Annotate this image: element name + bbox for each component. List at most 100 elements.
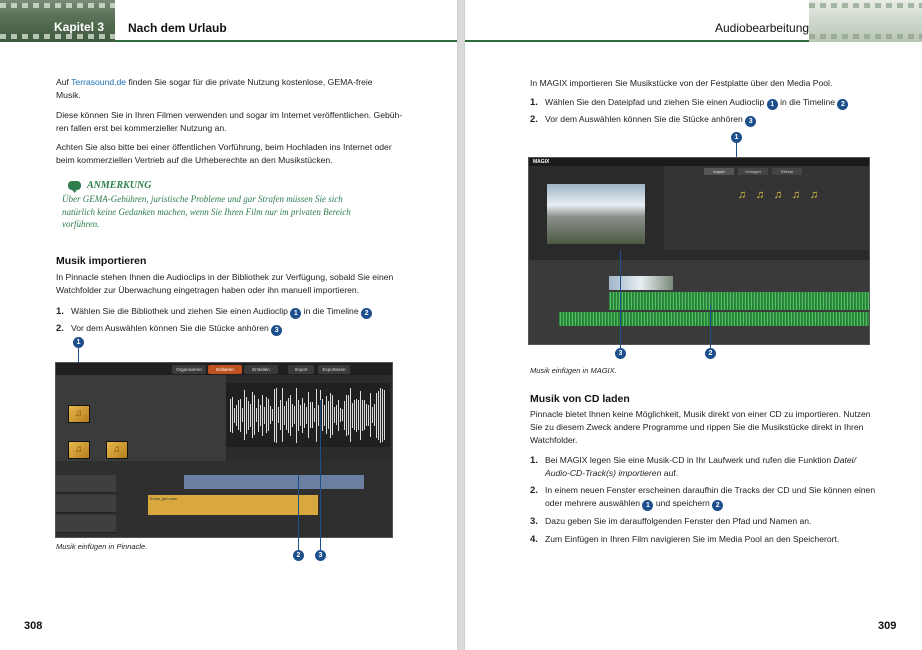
chapter-title: Nach dem Urlaub — [128, 21, 227, 35]
waveform-bar — [322, 399, 323, 431]
waveform-bar — [364, 400, 365, 430]
waveform-bar — [380, 387, 381, 443]
tab-import[interactable]: Import — [704, 168, 734, 175]
video-clip-timeline[interactable] — [184, 475, 364, 489]
step-text: Wählen Sie die Bibliothek und ziehen Sie… — [71, 306, 291, 316]
film-strip-decoration — [809, 0, 922, 42]
waveform-bar — [318, 404, 319, 426]
step-text: auf. — [661, 468, 679, 478]
music-file-icon[interactable]: ♫ — [772, 188, 784, 202]
waveform-bar — [298, 399, 299, 431]
audio-clip-thumb[interactable] — [106, 441, 128, 459]
callout-badge: 3 — [745, 116, 757, 127]
waveform-bar — [374, 404, 375, 426]
audio-clip-thumb[interactable] — [68, 405, 90, 423]
waveform-bar — [244, 390, 245, 440]
tab-effekte[interactable]: Effekte — [772, 168, 802, 175]
tab-vorlagen[interactable]: Vorlagen — [738, 168, 768, 175]
waveform-bar — [242, 408, 243, 422]
timeline-panel — [529, 250, 869, 344]
note-heading: ANMERKUNG — [87, 180, 152, 191]
menu-path: Datei/ — [833, 455, 856, 465]
music-file-icon[interactable]: ♫ — [754, 188, 766, 202]
audio-clip-timeline[interactable]: Ennis_jam.wav — [148, 495, 318, 515]
para-text: finden Sie sogar für die private Nutzung… — [126, 77, 373, 87]
waveform-bar — [308, 392, 309, 438]
audio-clip-timeline[interactable] — [559, 312, 869, 326]
terrasound-link[interactable]: Terrasound.de — [71, 77, 126, 87]
waveform-bar — [266, 397, 267, 433]
step-text: Bei MAGIX legen Sie eine Musik-CD in Ihr… — [545, 455, 834, 465]
waveform-bar — [316, 388, 317, 442]
chapter-tab: Kapitel 3 — [0, 0, 115, 42]
tab-erstellen[interactable]: Erstellen — [244, 365, 278, 374]
step-text: oder mehrere auswählen — [545, 498, 643, 508]
figure-caption: Musik einfügen in Pinnacle. — [56, 542, 148, 551]
paragraph-intro: In Pinnacle stehen Ihnen die Audioclips … — [56, 271, 426, 297]
waveform-bar — [372, 407, 373, 423]
waveform-bar — [362, 399, 363, 431]
video-preview — [547, 184, 645, 244]
waveform-bar — [334, 407, 335, 423]
waveform-bar — [336, 405, 337, 425]
waveform-bar — [356, 398, 357, 432]
export-button[interactable]: Exportieren — [318, 365, 350, 374]
waveform-bar — [354, 400, 355, 430]
waveform-bar — [324, 404, 325, 426]
waveform-bar — [240, 398, 241, 432]
waveform-bar — [300, 404, 301, 426]
waveform-bar — [302, 397, 303, 433]
music-file-icon[interactable]: ♫ — [736, 188, 748, 202]
waveform-bar — [258, 398, 259, 432]
tab-editieren[interactable]: Editieren — [208, 365, 242, 374]
callout-line — [620, 250, 621, 348]
waveform-bar — [326, 396, 327, 434]
note-text: natürlich keine Gedanken machen, wenn Si… — [62, 206, 351, 217]
callout-3: 3 — [315, 550, 326, 561]
waveform-bar — [348, 395, 349, 435]
waveform-bar — [352, 402, 353, 428]
step-text: Vor dem Auswählen können Sie die Stücke … — [71, 323, 272, 333]
video-clip-timeline[interactable] — [609, 276, 673, 290]
audio-clip-thumb[interactable] — [68, 441, 90, 459]
waveform-bar — [234, 407, 235, 423]
waveform-bar — [342, 409, 343, 421]
callout-badge: 1 — [290, 308, 302, 319]
music-file-icon[interactable]: ♫ — [790, 188, 802, 202]
step-number: 4. — [530, 534, 538, 545]
right-page: Audiobearbeitung In MAGIX importieren Si… — [464, 0, 922, 650]
magix-menubar: MAGIX — [529, 158, 869, 166]
para-text: Sie zu diesem Zweck andere Programme und… — [530, 422, 864, 432]
waveform-bar — [330, 392, 331, 438]
step-number: 3. — [530, 516, 538, 527]
left-page: Kapitel 3 Nach dem Urlaub Auf Terrasound… — [0, 0, 458, 650]
audio-clip-timeline[interactable] — [609, 292, 869, 310]
waveform-bar — [368, 404, 369, 426]
waveform-bar — [328, 401, 329, 429]
media-pool: Import Vorlagen Effekte ♫ ♫ ♫ ♫ ♫ — [664, 166, 869, 250]
callout-3: 3 — [615, 348, 626, 359]
music-file-icon[interactable]: ♫ — [808, 188, 820, 202]
track-header — [56, 495, 116, 513]
para-text: In Pinnacle stehen Ihnen die Audioclips … — [56, 272, 394, 282]
waveform-bar — [232, 397, 233, 433]
waveform-bar — [338, 399, 339, 431]
page-header: Kapitel 3 Nach dem Urlaub — [0, 0, 457, 42]
para-text: Diese können Sie in Ihren Filmen verwend… — [56, 110, 403, 120]
callout-1: 1 — [73, 337, 84, 348]
waveform-bar — [292, 403, 293, 427]
track-header — [56, 515, 116, 533]
import-button[interactable]: Import — [288, 365, 314, 374]
callout-badge: 3 — [271, 325, 283, 336]
timeline-toolbar — [529, 250, 869, 260]
waveform-bar — [264, 406, 265, 424]
para-text: Achten Sie also bitte bei einer öffentli… — [56, 142, 392, 152]
waveform-bar — [256, 408, 257, 422]
figure-caption: Musik einfügen in MAGIX. — [530, 366, 617, 375]
waveform-bar — [290, 394, 291, 436]
tab-organisieren[interactable]: Organisieren — [172, 365, 206, 374]
para-text: ren fallen erst bei kommerzieller Nutzun… — [56, 123, 227, 133]
callout-badge: 2 — [837, 99, 849, 110]
paragraph-terrasound: Auf Terrasound.de finden Sie sogar für d… — [56, 76, 406, 102]
waveform-bar — [306, 406, 307, 424]
